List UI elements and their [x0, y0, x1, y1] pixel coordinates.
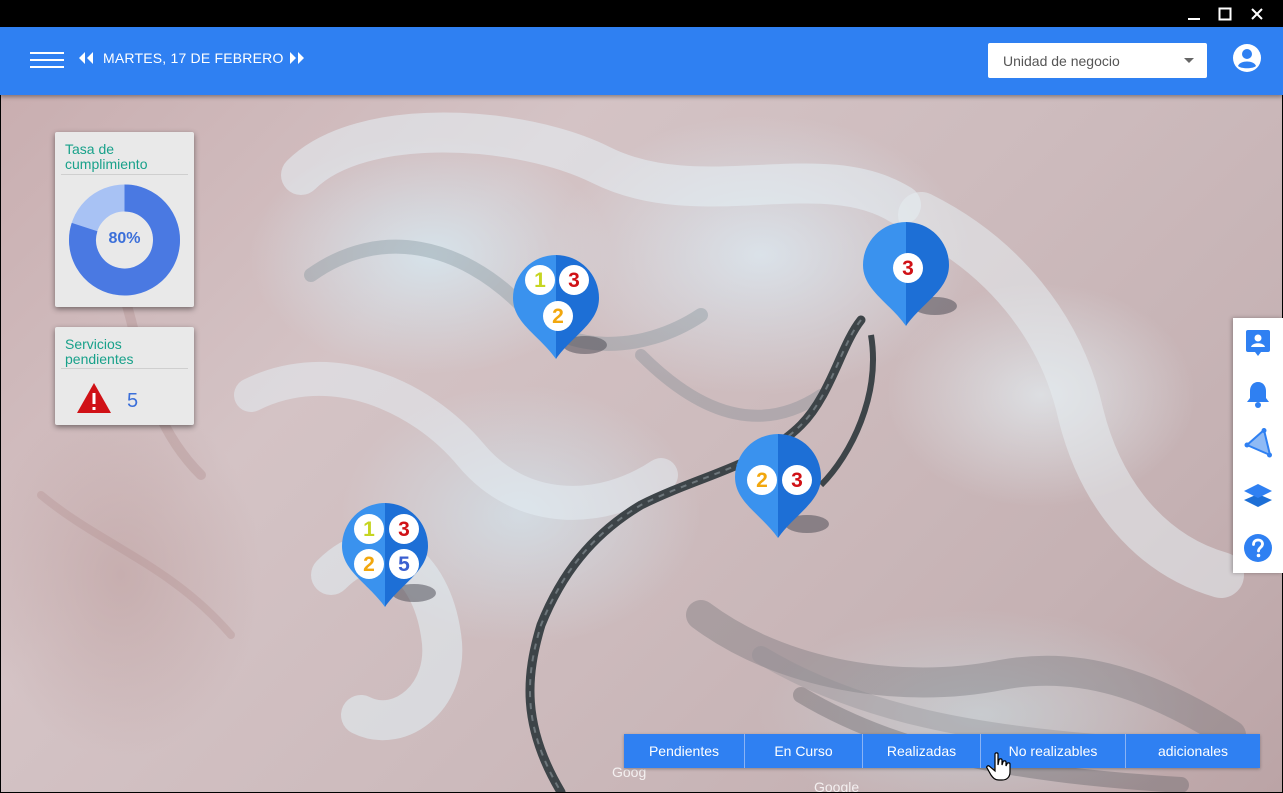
- help-button[interactable]: [1243, 533, 1273, 563]
- close-icon: [1251, 8, 1263, 20]
- close-button[interactable]: [1246, 4, 1268, 24]
- date-navigator: MARTES, 17 DE FEBRERO: [78, 48, 307, 68]
- contacts-button[interactable]: [1243, 328, 1273, 358]
- help-icon: [1244, 534, 1272, 562]
- status-count-badge: 2: [354, 549, 384, 579]
- next-arrow-icon: [289, 52, 304, 64]
- tab-pendientes[interactable]: Pendientes: [624, 734, 745, 768]
- status-count-badge: 1: [354, 514, 384, 544]
- pending-services-card[interactable]: Servicios pendientes 5: [55, 327, 194, 425]
- pending-card-title: Servicios pendientes: [65, 336, 134, 367]
- satellite-map[interactable]: Tasa de cumplimiento 80% Servicios pendi…: [1, 95, 1282, 792]
- status-count-badge: 3: [559, 265, 589, 295]
- minimize-button[interactable]: [1183, 4, 1205, 24]
- status-count-badge: 2: [747, 465, 777, 495]
- user-account-button[interactable]: [1232, 43, 1262, 73]
- dropdown-caret-icon: [1184, 58, 1194, 63]
- next-date-button[interactable]: [289, 48, 307, 68]
- map-tools-sidebar: [1233, 318, 1283, 573]
- warning-icon: [77, 383, 111, 413]
- minimize-icon: [1188, 18, 1200, 20]
- tab-adicionales[interactable]: adicionales: [1126, 734, 1260, 768]
- tab-en-curso[interactable]: En Curso: [745, 734, 863, 768]
- status-count-badge: 3: [782, 465, 812, 495]
- menu-icon-line: [30, 66, 64, 68]
- google-watermark: Google: [814, 779, 860, 792]
- previous-date-button[interactable]: [78, 48, 96, 68]
- marker-pin-icon: [735, 434, 829, 538]
- app-header: MARTES, 17 DE FEBRERO Unidad de negocio: [0, 27, 1283, 95]
- bell-icon: [1247, 382, 1269, 408]
- maximize-icon: [1218, 7, 1232, 21]
- status-count-badge: 5: [389, 549, 419, 579]
- status-count-badge: 1: [525, 265, 555, 295]
- maximize-button[interactable]: [1214, 4, 1236, 24]
- pending-count: 5: [127, 390, 139, 412]
- map-marker[interactable]: 2 3: [735, 434, 829, 554]
- business-unit-select[interactable]: Unidad de negocio: [988, 43, 1207, 78]
- layers-icon: [1244, 484, 1272, 507]
- layers-button[interactable]: [1243, 480, 1273, 510]
- menu-icon-line: [30, 52, 64, 54]
- contact-card-icon: [1246, 330, 1270, 356]
- current-date: MARTES, 17 DE FEBRERO: [103, 50, 284, 66]
- card-divider: [61, 368, 188, 369]
- tab-realizadas[interactable]: Realizadas: [863, 734, 981, 768]
- status-count-badge: 3: [389, 514, 419, 544]
- map-marker[interactable]: 1 3 2 5: [342, 503, 436, 623]
- menu-icon-line: [30, 59, 64, 61]
- area-triangle-icon: [1244, 428, 1272, 458]
- user-account-icon: [1233, 44, 1261, 72]
- compliance-rate-card: Tasa de cumplimiento 80%: [55, 132, 194, 307]
- previous-arrow-icon: [79, 52, 93, 64]
- hand-cursor-icon: [986, 752, 1011, 781]
- map-marker[interactable]: 1 3 2: [513, 255, 607, 375]
- compliance-percent: 80%: [108, 230, 141, 247]
- status-filter-tabs: Pendientes En Curso Realizadas No realiz…: [624, 734, 1260, 768]
- area-tool-button[interactable]: [1243, 428, 1273, 458]
- status-count-badge: 2: [543, 301, 573, 331]
- window-titlebar: [0, 0, 1283, 27]
- compliance-donut-chart: [69, 184, 180, 296]
- business-unit-placeholder: Unidad de negocio: [1003, 53, 1120, 69]
- status-count-badge: 3: [893, 253, 923, 283]
- notifications-button[interactable]: [1243, 379, 1273, 409]
- menu-button[interactable]: [30, 50, 64, 70]
- map-marker[interactable]: 3: [863, 222, 957, 342]
